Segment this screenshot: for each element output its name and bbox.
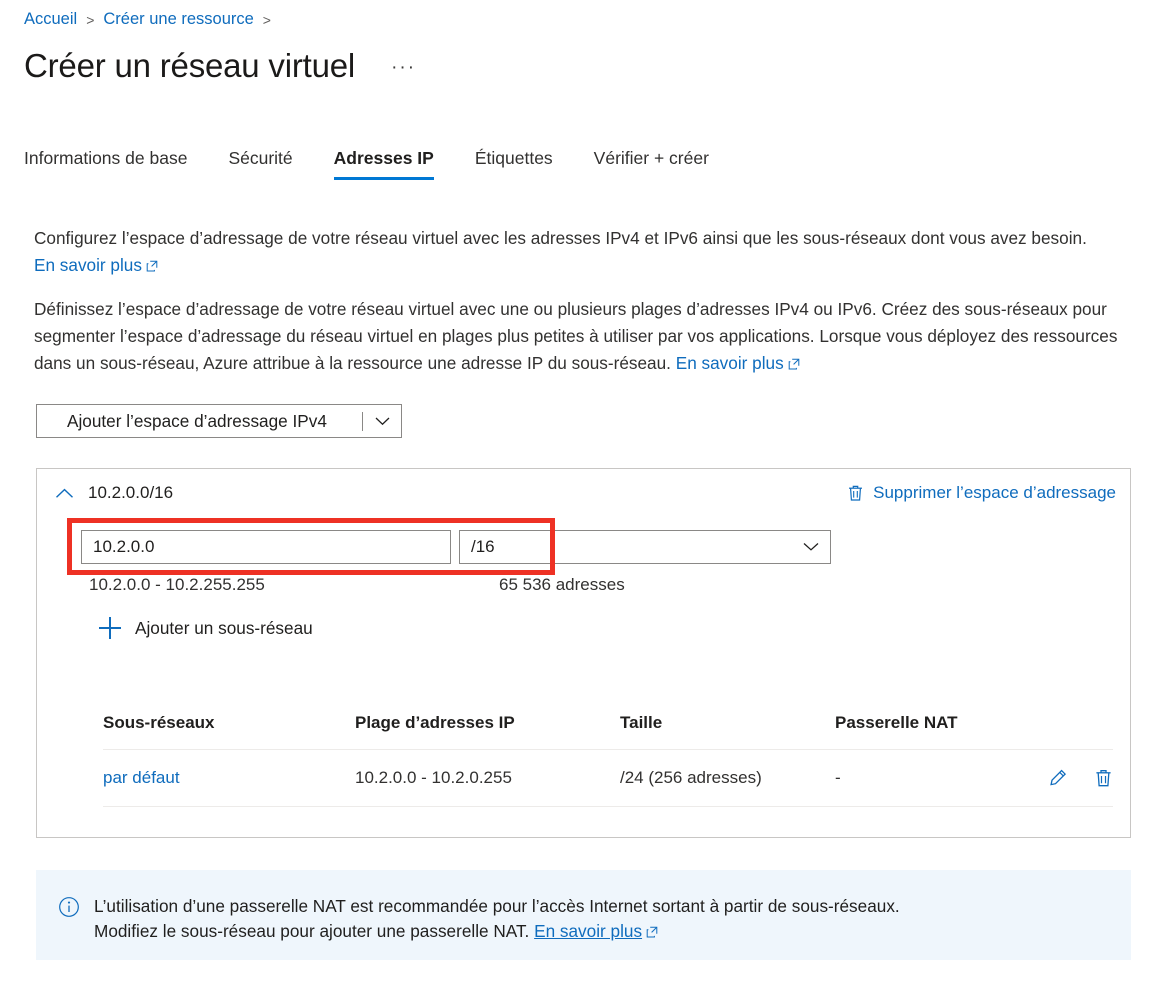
address-space-card-header: 10.2.0.0/16 Supprimer l’espace d’adressa… <box>37 469 1130 517</box>
external-link-icon <box>146 253 158 272</box>
external-link-icon <box>788 351 800 370</box>
address-prefix-input[interactable] <box>81 530 451 564</box>
info-banner-line-1: L’utilisation d’une passerelle NAT est r… <box>94 896 900 916</box>
chevron-down-icon[interactable] <box>363 417 401 426</box>
info-banner-learn-more-link[interactable]: En savoir plus <box>534 921 642 941</box>
tab-basics[interactable]: Informations de base <box>24 148 187 180</box>
column-header-nat-gateway: Passerelle NAT <box>835 713 958 732</box>
address-count-text: 65 536 adresses <box>499 575 625 594</box>
external-link-icon <box>646 920 658 938</box>
address-range-text: 10.2.0.0 - 10.2.255.255 <box>89 575 265 594</box>
breadcrumb-item-home[interactable]: Accueil <box>24 10 77 29</box>
row-actions <box>1048 768 1113 788</box>
nat-gateway-info-banner: L’utilisation d’une passerelle NAT est r… <box>36 870 1131 960</box>
tab-tags[interactable]: Étiquettes <box>475 148 553 180</box>
info-banner-line-2-wrap: Modifiez le sous-réseau pour ajouter une… <box>94 919 900 944</box>
chevron-down-icon <box>803 543 819 552</box>
tab-ip-addresses[interactable]: Adresses IP <box>333 148 435 180</box>
breadcrumb-separator-trailing: > <box>262 11 271 28</box>
tab-security[interactable]: Sécurité <box>228 148 292 180</box>
tab-review-create[interactable]: Vérifier + créer <box>594 148 709 180</box>
breadcrumb-item-create-resource[interactable]: Créer une ressource <box>103 10 253 29</box>
prefix-size-select[interactable]: /16 <box>459 530 831 564</box>
info-circle-icon <box>58 896 80 918</box>
delete-address-space-link[interactable]: Supprimer l’espace d’adressage <box>847 483 1116 503</box>
info-banner-line-2: Modifiez le sous-réseau pour ajouter une… <box>94 921 530 941</box>
learn-more-link-1[interactable]: En savoir plus <box>34 255 142 275</box>
subnet-name-link[interactable]: par défaut <box>103 768 180 787</box>
description-paragraph-2: Définissez l’espace d’adressage de votre… <box>34 296 1142 377</box>
breadcrumb: Accueil > Créer une ressource > <box>24 10 280 29</box>
trash-icon[interactable] <box>1094 768 1113 788</box>
subnet-range-cell: 10.2.0.0 - 10.2.0.255 <box>355 768 512 787</box>
table-row: par défaut 10.2.0.0 - 10.2.0.255 /24 (25… <box>103 749 1113 807</box>
description-text-1: Configurez l’espace d’adressage de votre… <box>34 228 1087 248</box>
subnets-table: Sous-réseaux Plage d’adresses IP Taille … <box>103 697 1113 807</box>
address-prefix-inputs: /16 <box>81 530 831 564</box>
trash-icon <box>847 484 864 502</box>
add-address-space-button[interactable]: Ajouter l’espace d’adressage IPv4 <box>36 404 402 438</box>
subnet-nat-gateway-cell: - <box>835 768 841 787</box>
breadcrumb-separator: > <box>86 11 95 28</box>
table-header-row: Sous-réseaux Plage d’adresses IP Taille … <box>103 697 1113 749</box>
add-subnet-button[interactable]: Ajouter un sous-réseau <box>99 617 313 639</box>
learn-more-link-2[interactable]: En savoir plus <box>676 353 784 373</box>
more-options-button[interactable]: ··· <box>385 55 422 81</box>
add-address-space-label: Ajouter l’espace d’adressage IPv4 <box>67 410 327 431</box>
column-header-size: Taille <box>620 713 663 732</box>
subnet-size-cell: /24 (256 adresses) <box>620 768 762 787</box>
column-header-ip-range: Plage d’adresses IP <box>355 713 515 732</box>
delete-address-space-label: Supprimer l’espace d’adressage <box>873 483 1116 502</box>
info-banner-text: L’utilisation d’une passerelle NAT est r… <box>94 894 900 944</box>
description-paragraph-1: Configurez l’espace d’adressage de votre… <box>34 225 1096 279</box>
tab-bar: Informations de base Sécurité Adresses I… <box>24 148 709 180</box>
chevron-up-icon[interactable] <box>55 488 74 499</box>
page-header: Créer un réseau virtuel ··· <box>24 44 422 88</box>
page-title: Créer un réseau virtuel <box>24 47 356 84</box>
description-text-2: Définissez l’espace d’adressage de votre… <box>34 299 1118 373</box>
address-space-title: 10.2.0.0/16 <box>88 483 174 502</box>
column-header-subnets: Sous-réseaux <box>103 713 215 732</box>
plus-icon <box>99 617 121 639</box>
pencil-icon[interactable] <box>1048 768 1068 788</box>
prefix-size-value: /16 <box>471 537 495 556</box>
address-space-card: 10.2.0.0/16 Supprimer l’espace d’adressa… <box>36 468 1131 838</box>
add-subnet-label: Ajouter un sous-réseau <box>135 617 313 638</box>
